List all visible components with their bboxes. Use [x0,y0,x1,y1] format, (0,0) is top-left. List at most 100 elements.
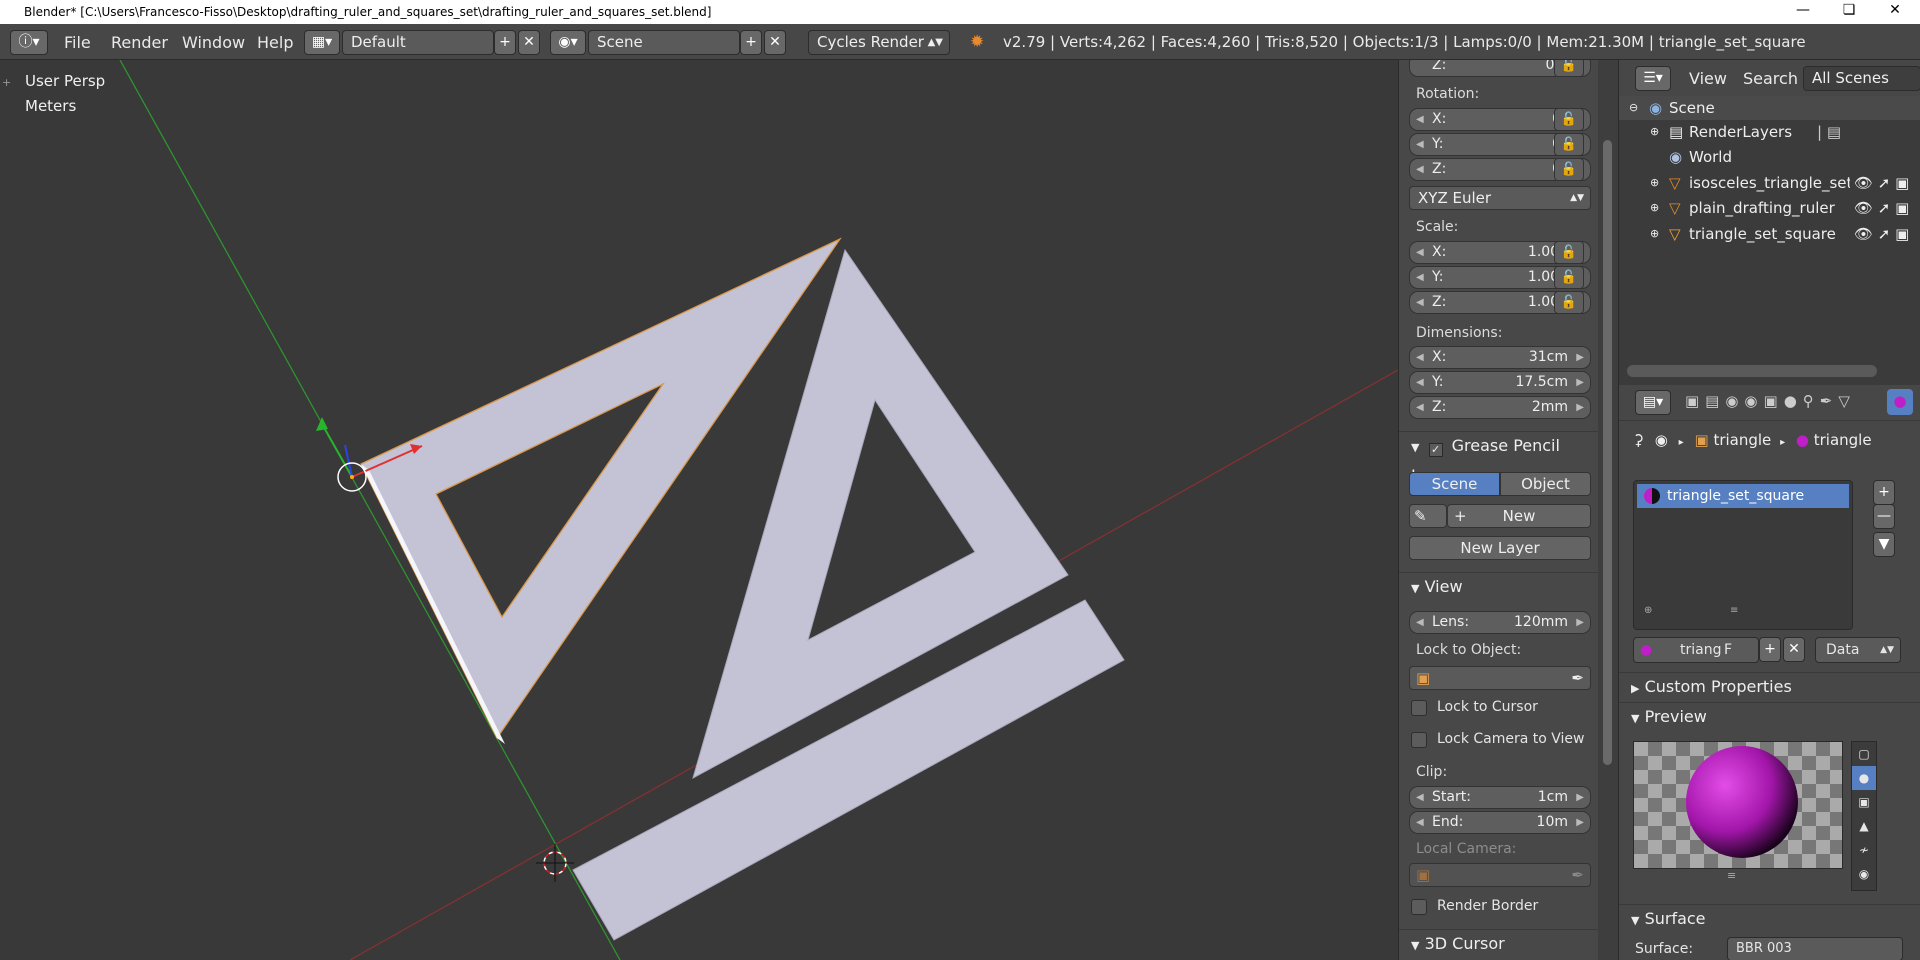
object-icon: ▣ [1694,431,1709,449]
lock-to-cursor-label: Lock to Cursor [1437,699,1538,715]
view-properties-panel: Z:0m 🔓 Rotation: ◀X:0°▶ 🔓 ◀Y:0°▶ 🔓 ◀Z:0°… [1398,60,1598,960]
grease-pencil-panel-header[interactable]: ▼ ✓ Grease Pencil Layer [1399,431,1598,485]
3d-viewport[interactable]: + User Persp Meters [0,60,1398,960]
remove-layout-icon[interactable]: ✕ [518,30,540,55]
material-tab-icon[interactable]: ● [1887,389,1913,415]
outliner-filter-select[interactable]: All Scenes [1803,66,1920,91]
dimension-y-field[interactable]: ◀ Y: 17.5cm ▶ [1409,371,1591,394]
properties-editor-icon[interactable]: ▤▾ [1635,390,1671,415]
tab-object[interactable]: Object [1500,472,1591,496]
outliner-row-isosceles[interactable]: ⊕ ▽ isosceles_triangle_set_ 👁 ➚ ▣ [1619,171,1920,195]
lens-field[interactable]: ◀ Lens: 120mm ▶ [1409,611,1591,634]
context-tab-icons[interactable]: ▣▤◉◉▣●⚲✒▽ [1685,392,1856,410]
slot-menu-icon[interactable]: ▼ [1873,532,1895,557]
outliner-row-triangle-set-square[interactable]: ⊕ ▽ triangle_set_square 👁 ➚ ▣ [1619,222,1920,246]
outliner-hscrollbar[interactable] [1627,365,1877,377]
scene-icon[interactable]: ◉▾ [550,30,586,55]
scene-field[interactable]: Scene [588,30,740,55]
renderlayers-icon: ▤ [1669,123,1684,141]
menu-file[interactable]: File [64,30,91,55]
clip-start-field[interactable]: ◀ Start: 1cm ▶ [1409,786,1591,809]
screen-layout-icon[interactable]: ▦▾ [304,30,340,55]
panel-scrollbar[interactable] [1598,60,1618,960]
list-resize-icon: ⊕ [1644,605,1653,616]
preview-header[interactable]: ▼ Preview [1619,702,1920,730]
menu-window[interactable]: Window [182,30,245,55]
y-axis-line [119,60,621,960]
link-mode-select[interactable]: Data ▲▼ [1815,637,1901,663]
outliner-menu-search[interactable]: Search [1743,66,1798,91]
tab-scene[interactable]: Scene [1409,472,1500,496]
dimension-z-field[interactable]: ◀ Z: 2mm ▶ [1409,396,1591,419]
lock-camera-checkbox[interactable] [1411,732,1427,748]
new-grease-pencil-button[interactable]: + New [1447,504,1591,528]
new-layer-button[interactable]: New Layer [1409,536,1591,560]
eyedropper-icon: ✒ [1571,669,1584,687]
outliner-row-world[interactable]: ◉ World [1619,145,1920,169]
render-border-checkbox[interactable] [1411,899,1427,915]
rotation-mode-select[interactable]: XYZ Euler ▲▼ [1409,186,1591,210]
y-gizmo [321,423,353,478]
local-camera-field[interactable]: ▣ ✒ [1409,863,1591,887]
menu-help[interactable]: Help [257,30,293,55]
outliner-row-scene[interactable]: ⊖ ◉ Scene [1619,96,1920,120]
add-layout-icon[interactable]: + [494,30,516,55]
lock-icon[interactable]: 🔓 [1554,241,1584,264]
y-arrow-icon [316,417,328,431]
mesh-icon: ▽ [1669,199,1681,217]
outliner-header: ☰▾ View Search All Scenes [1619,60,1920,96]
lock-icon[interactable]: 🔓 [1554,133,1584,156]
outliner-row-renderlayers[interactable]: ⊕ ▤ RenderLayers | ▤ [1619,120,1920,144]
screen-layout-field[interactable]: Default [342,30,494,55]
pencil-icon[interactable]: ✎ [1409,504,1447,528]
mesh-icon: ▽ [1669,225,1681,243]
grease-pencil-checkbox[interactable]: ✓ [1428,443,1443,457]
render-engine-select[interactable]: Cycles Render ▲▼ [808,30,950,55]
lock-icon[interactable]: 🔓 [1554,108,1584,131]
unlink-material-icon[interactable]: ✕ [1783,637,1805,662]
menu-render[interactable]: Render [111,30,168,55]
lock-icon[interactable]: 🔓 [1554,291,1584,314]
remove-scene-icon[interactable]: ✕ [764,30,786,55]
lock-icon[interactable]: 🔓 [1554,60,1584,77]
lock-object-field[interactable]: ▣ ✒ [1409,666,1591,690]
material-datablock-field[interactable]: ● triang F [1633,637,1759,663]
material-slot-list[interactable]: triangle_set_square ⊕ ≡ [1633,480,1853,630]
viewport-canvas[interactable] [0,60,1398,960]
clip-label: Clip: [1416,764,1448,780]
outliner-row-ruler[interactable]: ⊕ ▽ plain_drafting_ruler 👁 ➚ ▣ [1619,196,1920,220]
clip-end-field[interactable]: ◀ End: 10m ▶ [1409,811,1591,834]
add-slot-icon[interactable]: + [1873,480,1895,505]
outliner-menu-view[interactable]: View [1689,66,1727,91]
minimize-icon[interactable]: — [1780,0,1826,22]
custom-properties-header[interactable]: ▶ Custom Properties [1619,672,1920,700]
expand-icon: ⊕ [1650,201,1660,214]
preview-shape-buttons[interactable]: ▢ ● ▣ ▲ ≁ ◉ [1851,741,1877,891]
close-window-icon[interactable]: ✕ [1872,0,1918,22]
maximize-icon[interactable]: ❏ [1826,0,1872,22]
add-scene-icon[interactable]: + [740,30,762,55]
surface-shader-field[interactable]: BBR 003 [1727,937,1903,960]
dimension-x-field[interactable]: ◀ X: 31cm ▶ [1409,346,1591,369]
lock-icon[interactable]: 🔓 [1554,266,1584,289]
view-panel-header[interactable]: ▼ View [1399,572,1598,600]
preview-grip-icon[interactable]: ≡ [1727,869,1736,882]
object-data-icon: ◉ [1654,431,1668,449]
scene-stats: v2.79 | Verts:4,262 | Faces:4,260 | Tris… [1003,33,1806,51]
editor-type-info-icon[interactable]: ⓘ▾ [10,30,48,55]
lock-icon[interactable]: 🔓 [1554,158,1584,181]
outliner-editor-icon[interactable]: ☰▾ [1635,66,1671,91]
surface-header[interactable]: ▼ Surface [1619,904,1920,932]
lock-to-object-label: Lock to Object: [1416,642,1522,658]
remove-slot-icon[interactable]: — [1873,504,1895,529]
add-material-icon[interactable]: + [1759,637,1781,662]
scene-icon: ◉ [1649,99,1663,117]
object-icon: ▣ [1416,669,1431,687]
3d-cursor-panel-header[interactable]: ▼ 3D Cursor [1399,929,1598,957]
scrollbar-thumb[interactable] [1603,140,1612,765]
lock-to-cursor-checkbox[interactable] [1411,700,1427,716]
surface-label: Surface: [1635,941,1694,957]
material-icon: ● [1640,642,1653,658]
tool-shelf-toggle-icon[interactable]: + [2,76,11,89]
material-slot-item[interactable]: triangle_set_square [1637,484,1849,508]
